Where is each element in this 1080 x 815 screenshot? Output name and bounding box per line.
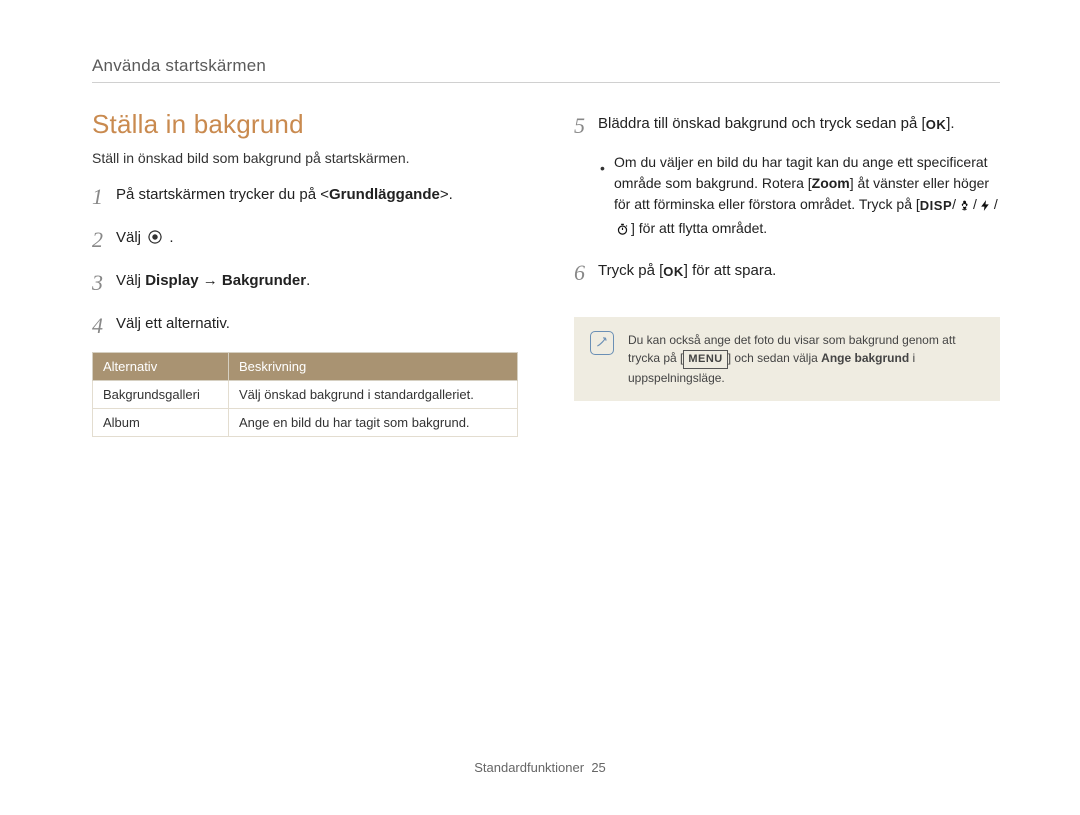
step-text: På startskärmen trycker du på <Grundlägg…: [116, 180, 518, 207]
text: .: [306, 272, 310, 289]
note-icon: [590, 331, 614, 355]
page-number: 25: [591, 760, 605, 775]
info-note: Du kan också ange det foto du visar som …: [574, 317, 1000, 401]
text: .: [169, 229, 173, 246]
step-5: 5 Bläddra till önskad bakgrund och tryck…: [574, 109, 1000, 142]
header-rule: [92, 82, 1000, 83]
right-column: 5 Bläddra till önskad bakgrund och tryck…: [574, 109, 1000, 437]
step-3: 3 Välj Display → Bakgrunder.: [92, 266, 518, 299]
table-row: Bakgrundsgalleri Välj önskad bakgrund i …: [93, 381, 518, 409]
table-header: Beskrivning: [229, 353, 518, 381]
flash-icon: [979, 197, 992, 218]
bold-text: Zoom: [812, 175, 850, 191]
step-2: 2 Välj .: [92, 223, 518, 256]
bullet-text: Om du väljer en bild du har tagit kan du…: [614, 152, 1000, 242]
text: ] för att flytta området.: [631, 220, 767, 236]
table-cell: Ange en bild du har tagit som bakgrund.: [229, 409, 518, 437]
text: ].: [946, 115, 954, 132]
step-number: 1: [92, 180, 116, 213]
gear-icon: [147, 229, 163, 253]
bold-text: Ange bakgrund: [821, 351, 909, 365]
text: /: [973, 196, 977, 212]
disp-icon: DISP: [920, 196, 952, 216]
breadcrumb: Använda startskärmen: [92, 56, 1000, 76]
bullet-dot: [600, 152, 606, 242]
text: Välj: [116, 229, 145, 246]
timer-icon: [616, 221, 629, 242]
macro-icon: [958, 197, 971, 218]
step-6: 6 Tryck på [OK] för att spara.: [574, 256, 1000, 289]
text: Bläddra till önskad bakgrund och tryck s…: [598, 115, 926, 132]
bold-text: Display: [145, 272, 198, 289]
step-number: 4: [92, 309, 116, 342]
step-number: 3: [92, 266, 116, 299]
text: På startskärmen trycker du på <: [116, 186, 329, 203]
text: /: [952, 196, 956, 212]
bold-text: Grundläggande: [329, 186, 440, 203]
step-number: 2: [92, 223, 116, 256]
table-header: Alternativ: [93, 353, 229, 381]
section-title: Ställa in bakgrund: [92, 109, 518, 140]
step-1: 1 På startskärmen trycker du på <Grundlä…: [92, 180, 518, 213]
ok-icon: OK: [926, 115, 947, 135]
bold-text: Bakgrunder: [222, 272, 306, 289]
step-text: Välj ett alternativ.: [116, 309, 518, 336]
table-cell: Bakgrundsgalleri: [93, 381, 229, 409]
text: >.: [440, 186, 453, 203]
text: /: [994, 196, 998, 212]
step-4: 4 Välj ett alternativ.: [92, 309, 518, 342]
step-number: 6: [574, 256, 598, 289]
note-text: Du kan också ange det foto du visar som …: [628, 331, 984, 387]
options-table: Alternativ Beskrivning Bakgrundsgalleri …: [92, 352, 518, 437]
step-number: 5: [574, 109, 598, 142]
step-text: Bläddra till önskad bakgrund och tryck s…: [598, 109, 1000, 136]
step-text: Välj .: [116, 223, 518, 253]
table-cell: Välj önskad bakgrund i standardgalleriet…: [229, 381, 518, 409]
section-intro: Ställ in önskad bild som bakgrund på sta…: [92, 150, 518, 166]
text: Tryck på [: [598, 262, 663, 279]
text: ] och sedan välja: [728, 351, 821, 365]
text: ] för att spara.: [684, 262, 777, 279]
table-cell: Album: [93, 409, 229, 437]
step-text: Tryck på [OK] för att spara.: [598, 256, 1000, 283]
page-footer: Standardfunktioner 25: [0, 760, 1080, 775]
menu-icon: MENU: [683, 350, 727, 369]
footer-label: Standardfunktioner: [474, 760, 584, 775]
two-column-layout: Ställa in bakgrund Ställ in önskad bild …: [92, 109, 1000, 437]
left-column: Ställa in bakgrund Ställ in önskad bild …: [92, 109, 518, 437]
step-text: Välj Display → Bakgrunder.: [116, 266, 518, 293]
table-row: Album Ange en bild du har tagit som bakg…: [93, 409, 518, 437]
manual-page: Använda startskärmen Ställa in bakgrund …: [0, 0, 1080, 815]
bullet-note: Om du väljer en bild du har tagit kan du…: [600, 152, 1000, 242]
arrow: →: [199, 272, 222, 289]
text: Välj: [116, 272, 145, 289]
ok-icon: OK: [663, 262, 684, 282]
